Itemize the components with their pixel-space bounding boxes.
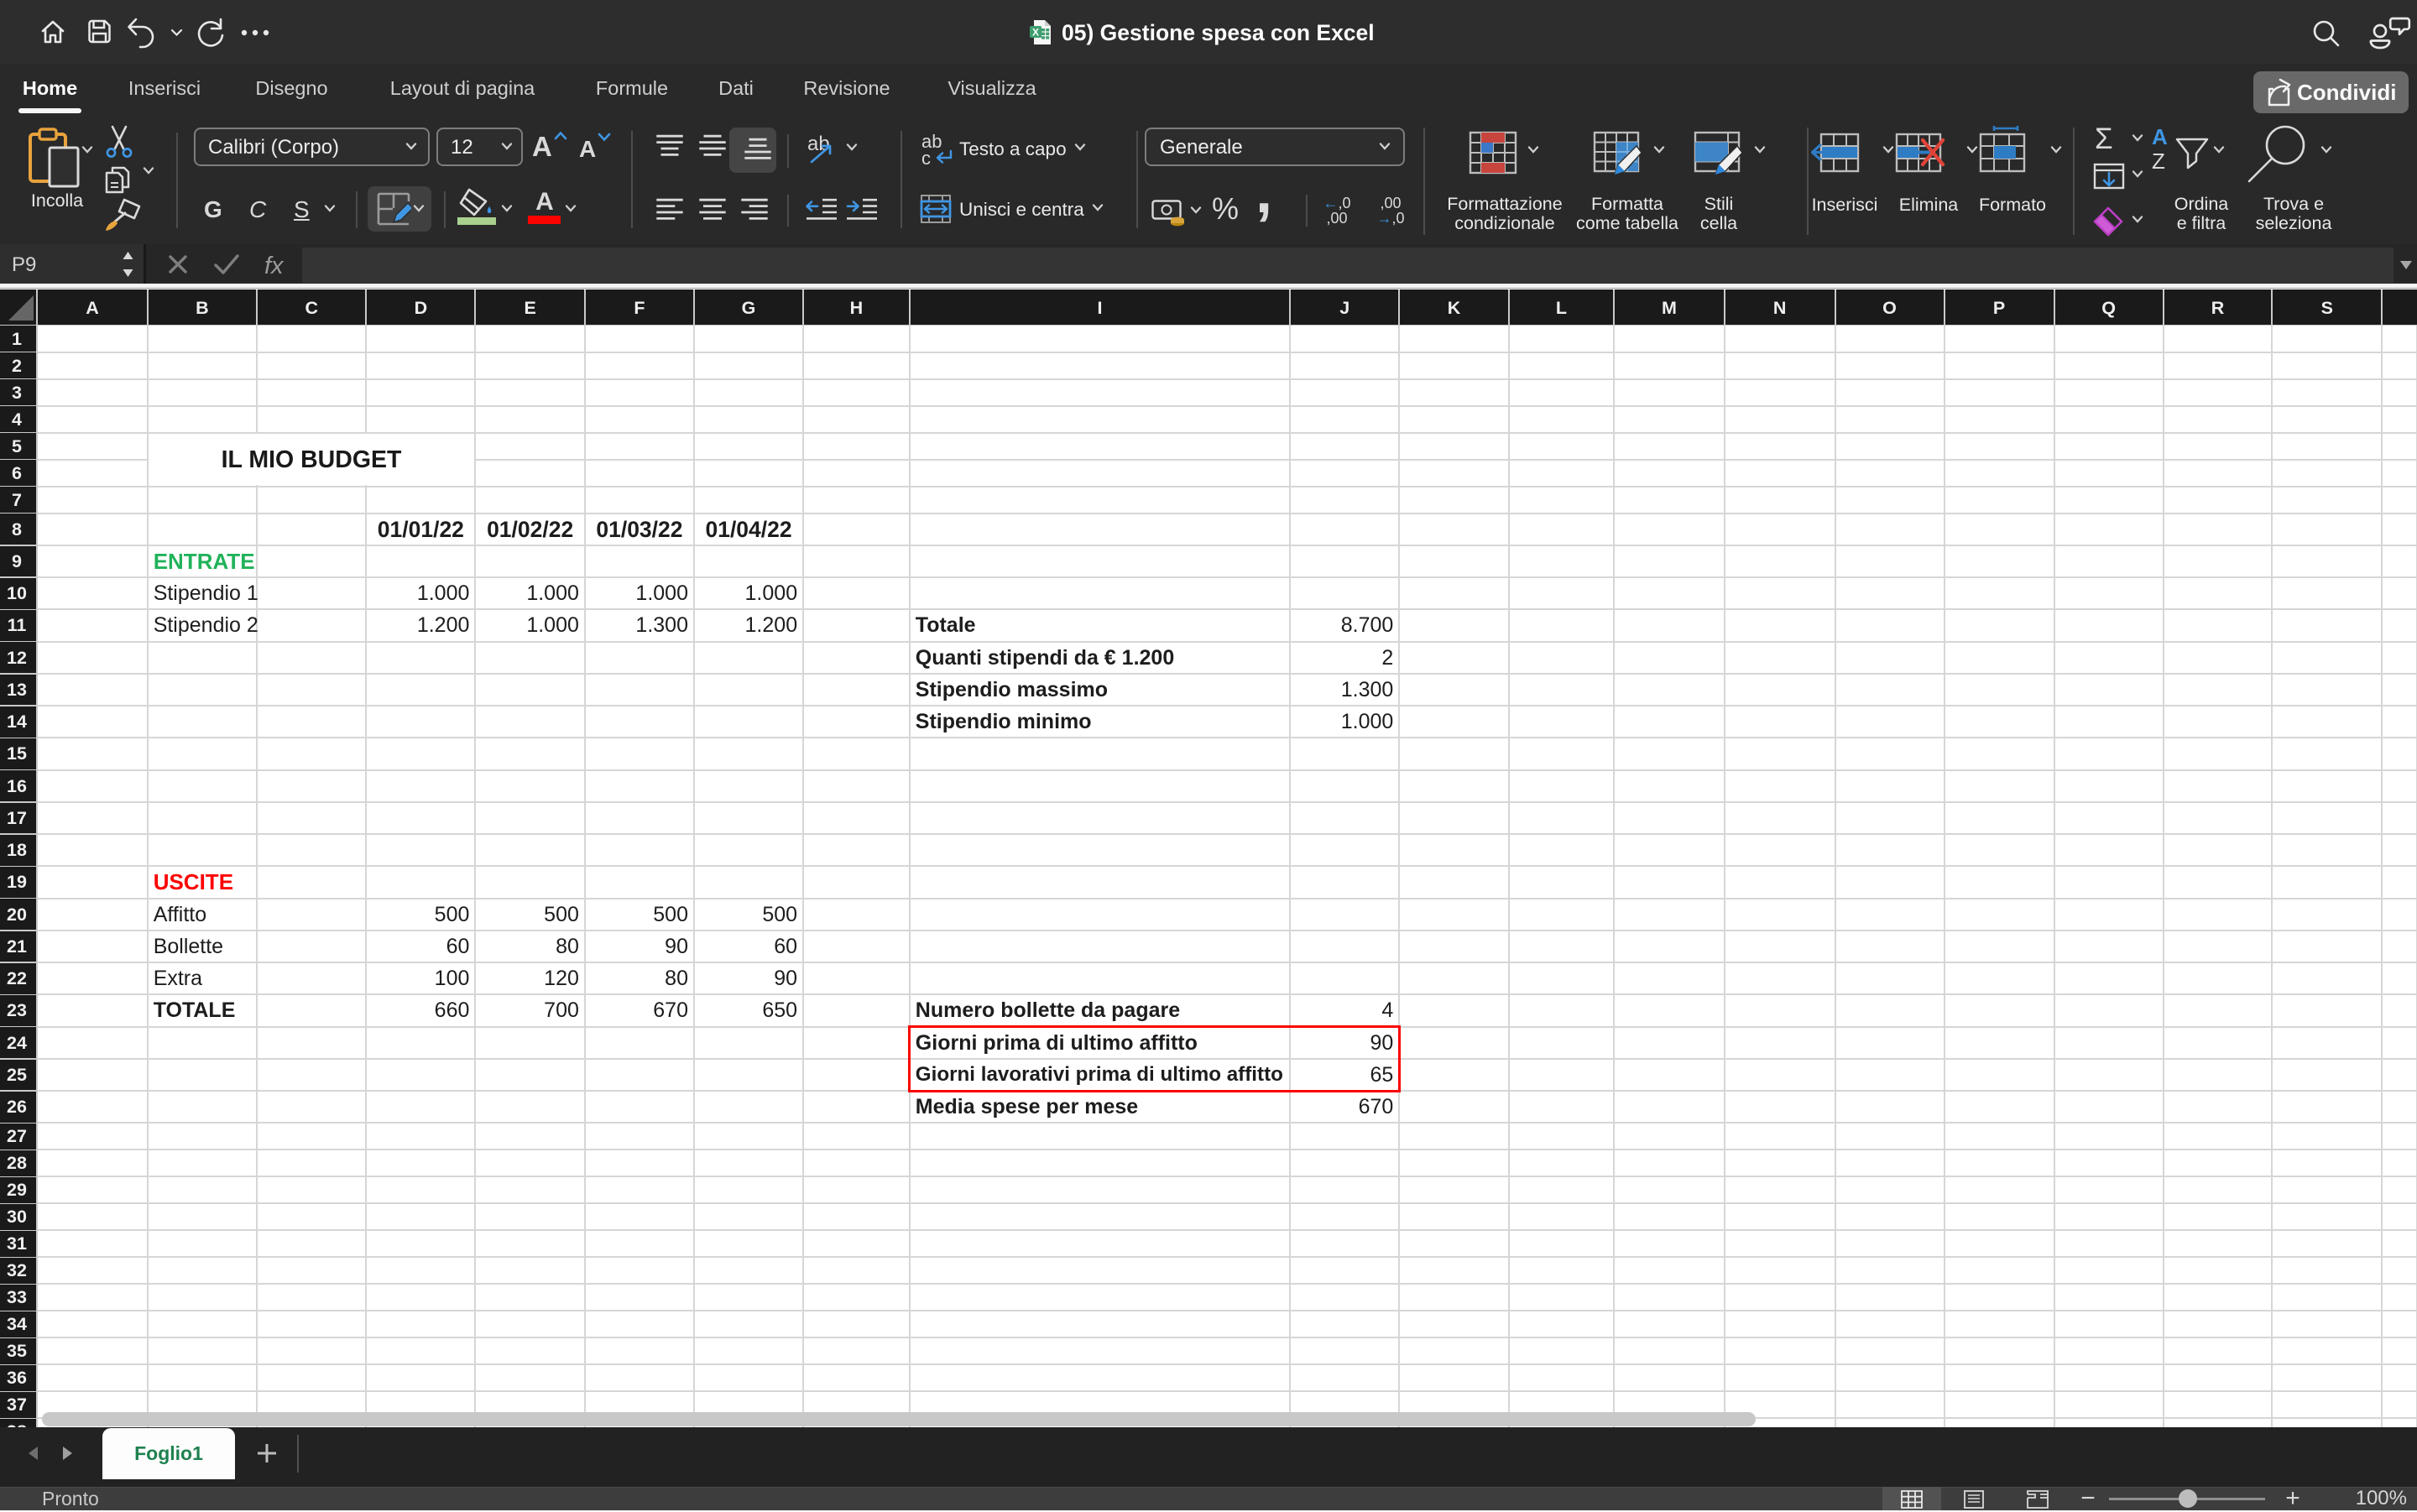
svg-text:X: X [1032,27,1039,39]
